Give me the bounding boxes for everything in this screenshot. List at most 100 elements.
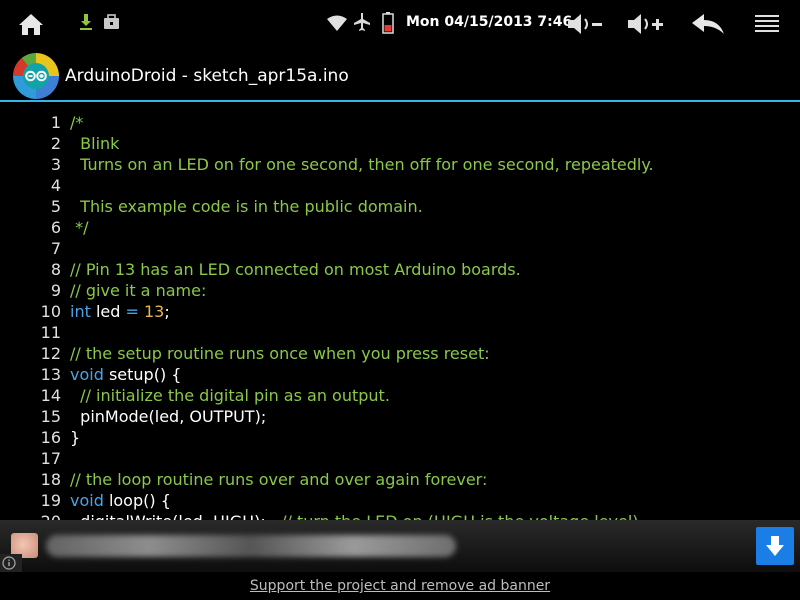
code-line[interactable]: 8 // Pin 13 has an LED connected on most … <box>0 259 800 280</box>
code-line[interactable]: 6 */ <box>0 217 800 238</box>
line-number: 6 <box>50 218 61 237</box>
wifi-icon <box>326 12 348 34</box>
code-line[interactable]: 16} <box>0 427 800 448</box>
code-line[interactable]: 18 // the loop routine runs over and over… <box>0 469 800 490</box>
code-token: Turns on an LED on for one second, then … <box>70 155 654 174</box>
code-token: loop() { <box>103 491 171 510</box>
code-text[interactable]: void setup() { <box>70 364 181 385</box>
line-number: 11 <box>40 323 61 342</box>
line-number: 20 <box>0 511 61 520</box>
line-number: 2 <box>50 134 61 153</box>
ad-banner[interactable] <box>0 520 800 572</box>
code-line[interactable]: 12 // the setup routine runs once when yo… <box>0 343 800 364</box>
app-title: ArduinoDroid - sketch_apr15a.ino <box>65 66 349 86</box>
arduino-logo-icon[interactable] <box>12 52 60 100</box>
code-text[interactable]: pinMode(led, OUTPUT); <box>70 406 266 427</box>
code-line[interactable]: 9 // give it a name: <box>0 280 800 301</box>
code-token: 13 <box>143 302 165 321</box>
line-number: 13 <box>40 365 61 384</box>
code-text[interactable]: digitalWrite(led, HIGH); // turn the LED… <box>70 511 638 520</box>
code-text[interactable]: } <box>70 427 80 448</box>
line-number: 7 <box>50 239 61 258</box>
code-token: // initialize the digital pin as an outp… <box>70 386 390 405</box>
code-token: = <box>125 302 139 321</box>
status-datetime: Mon 04/15/2013 7:46 <box>406 14 573 30</box>
ad-info-icon[interactable] <box>0 554 22 572</box>
code-line[interactable]: 20 digitalWrite(led, HIGH); // turn the … <box>0 511 800 520</box>
code-line[interactable]: 4 <box>0 175 800 196</box>
code-line[interactable]: 19 void loop() { <box>0 490 800 511</box>
code-text[interactable] <box>70 175 75 196</box>
code-text[interactable]: // Pin 13 has an LED connected on most A… <box>70 259 521 280</box>
code-editor[interactable]: 1/* 2 Blink 3 Turns on an LED on for one s… <box>0 104 800 520</box>
action-bar: ArduinoDroid - sketch_apr15a.ino <box>0 48 800 102</box>
code-token: led <box>90 302 126 321</box>
line-number: 18 <box>40 470 61 489</box>
download-icon <box>78 12 94 32</box>
code-token: setup() { <box>103 365 182 384</box>
code-line[interactable]: 10 int led = 13; <box>0 301 800 322</box>
volume-up-icon[interactable] <box>626 11 666 37</box>
footer: Support the project and remove ad banner <box>0 572 800 600</box>
code-token: */ <box>70 218 89 237</box>
code-token: pinMode(led, OUTPUT); <box>70 407 267 426</box>
line-number: 16 <box>40 428 61 447</box>
line-number: 10 <box>40 302 61 321</box>
code-line[interactable]: 11 <box>0 322 800 343</box>
airplane-icon <box>352 11 372 33</box>
code-text[interactable]: int led = 13; <box>70 301 170 322</box>
back-icon[interactable] <box>690 10 726 38</box>
code-text[interactable]: /* <box>70 112 83 133</box>
line-number: 12 <box>40 344 61 363</box>
ad-download-button[interactable] <box>756 527 794 565</box>
code-token: void <box>70 491 104 510</box>
code-line[interactable]: 5 This example code is in the public dom… <box>0 196 800 217</box>
line-number: 14 <box>40 386 61 405</box>
code-token: ; <box>164 302 170 321</box>
line-number: 8 <box>50 260 61 279</box>
code-line[interactable]: 14 // initialize the digital pin as an o… <box>0 385 800 406</box>
code-text[interactable]: Turns on an LED on for one second, then … <box>70 154 654 175</box>
code-text[interactable]: This example code is in the public domai… <box>70 196 423 217</box>
code-token: // turn the LED on (HIGH is the voltage … <box>281 512 638 520</box>
code-token: int <box>70 302 91 321</box>
code-text[interactable]: */ <box>70 217 88 238</box>
code-line[interactable]: 2 Blink <box>0 133 800 154</box>
code-token: /* <box>70 113 84 132</box>
code-line[interactable]: 15 pinMode(led, OUTPUT); <box>0 406 800 427</box>
ad-text-blurred <box>46 535 456 557</box>
line-number: 19 <box>40 491 61 510</box>
code-token: void <box>70 365 104 384</box>
code-token: // Pin 13 has an LED connected on most A… <box>70 260 521 279</box>
code-text[interactable]: // the setup routine runs once when you … <box>70 343 490 364</box>
code-line[interactable]: 3 Turns on an LED on for one second, the… <box>0 154 800 175</box>
code-line[interactable]: 13 void setup() { <box>0 364 800 385</box>
code-text[interactable]: void loop() { <box>70 490 171 511</box>
code-line[interactable]: 17 <box>0 448 800 469</box>
code-line[interactable]: 1 /* <box>0 112 800 133</box>
line-number: 4 <box>50 176 61 195</box>
line-number: 5 <box>50 197 61 216</box>
code-token: // give it a name: <box>70 281 207 300</box>
line-number: 17 <box>40 449 61 468</box>
code-token: // the loop routine runs over and over a… <box>70 470 488 489</box>
status-bar: Mon 04/15/2013 7:46 <box>0 0 800 48</box>
volume-down-icon[interactable] <box>566 11 604 37</box>
arrow-down-icon <box>766 536 784 556</box>
code-text[interactable]: // initialize the digital pin as an outp… <box>70 385 390 406</box>
line-number: 1 <box>50 113 61 132</box>
home-icon[interactable] <box>16 10 46 38</box>
code-text[interactable]: // give it a name: <box>70 280 206 301</box>
code-line[interactable]: 7 <box>0 238 800 259</box>
battery-icon <box>381 11 395 35</box>
line-number: 3 <box>50 155 61 174</box>
menu-icon[interactable] <box>754 12 780 36</box>
code-token: // the setup routine runs once when you … <box>70 344 490 363</box>
code-token: } <box>70 428 81 447</box>
code-text[interactable]: // the loop routine runs over and over a… <box>70 469 487 490</box>
support-link[interactable]: Support the project and remove ad banner <box>250 578 550 594</box>
code-text[interactable]: Blink <box>70 133 119 154</box>
briefcase-icon <box>102 12 120 32</box>
line-number: 9 <box>50 281 61 300</box>
